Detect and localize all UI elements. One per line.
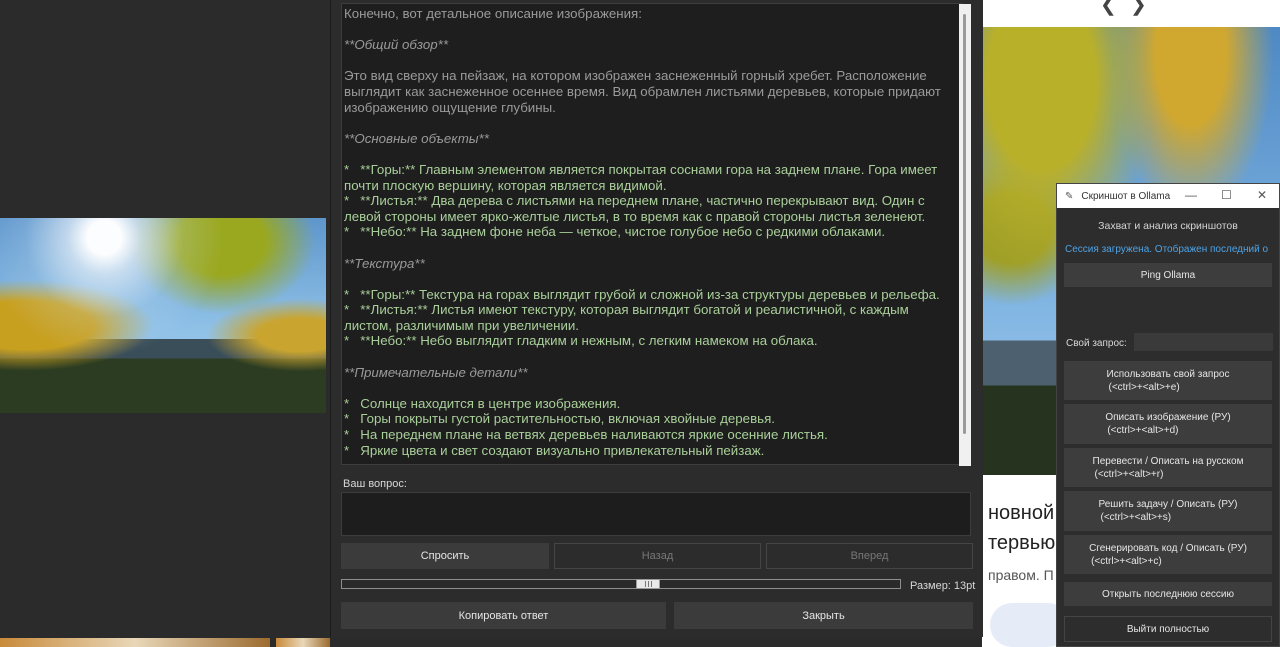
response-line: * На переднем плане на ветвях деревьев н… xyxy=(344,427,828,443)
back-button[interactable]: Назад xyxy=(554,543,761,569)
mini-heading: Захват и анализ скриншотов xyxy=(1098,220,1238,232)
response-line xyxy=(344,115,956,131)
button-label: Описать изображение (РУ) xyxy=(1105,412,1231,423)
response-line: **Общий обзор** xyxy=(344,37,449,53)
minimize-icon[interactable]: — xyxy=(1185,188,1197,202)
font-size-label: Размер: 13pt xyxy=(910,580,976,592)
background-thumb-strip-2 xyxy=(276,638,330,647)
response-line: * **Небо:** На заднем фоне неба — четкое… xyxy=(344,224,886,240)
scrollbar-thumb[interactable] xyxy=(963,14,966,434)
response-window: Конечно, вот детальное описание изображе… xyxy=(330,0,983,637)
response-line xyxy=(344,380,956,396)
ping-ollama-button[interactable]: Ping Ollama xyxy=(1064,263,1272,287)
response-line: **Примечательные детали** xyxy=(344,364,528,380)
generate-code-button[interactable]: Сгенерировать код / Описать (РУ) (<ctrl>+… xyxy=(1064,535,1272,574)
background-browser-top: ❮ ❯ xyxy=(982,0,1280,27)
describe-image-button[interactable]: Описать изображение (РУ) (<ctrl>+<alt>+d) xyxy=(1064,404,1272,444)
response-text: Конечно, вот детальное описание изображе… xyxy=(342,4,962,458)
forward-button[interactable]: Вперед xyxy=(766,543,973,569)
question-input[interactable] xyxy=(341,492,971,536)
font-size-slider-handle[interactable] xyxy=(636,579,660,589)
response-line: Конечно, вот детальное описание изображе… xyxy=(344,6,642,21)
ask-button[interactable]: Спросить xyxy=(341,543,549,569)
response-line: **Основные объекты** xyxy=(344,130,489,146)
translate-button[interactable]: Перевести / Описать на русском (<ctrl>+<a… xyxy=(1064,448,1272,487)
response-line: * Горы покрыты густой растительностью, в… xyxy=(344,411,775,427)
button-shortcut: (<ctrl>+<alt>+d) xyxy=(1107,425,1179,436)
mini-query-label: Свой запрос: xyxy=(1066,338,1127,349)
use-custom-query-button[interactable]: Использовать свой запрос (<ctrl>+<alt>+e) xyxy=(1064,361,1272,400)
response-line xyxy=(344,22,956,38)
solve-task-button[interactable]: Решить задачу / Описать (РУ) (<ctrl>+<alt… xyxy=(1064,491,1272,531)
response-line xyxy=(344,271,956,287)
response-line: * Яркие цвета и свет создают визуально п… xyxy=(344,442,765,458)
button-label: Решить задачу / Описать (РУ) xyxy=(1098,499,1238,510)
mini-status-text: Сессия загружена. Отображен последний о xyxy=(1065,244,1269,255)
response-scrollbar[interactable] xyxy=(959,4,971,466)
close-button[interactable]: Закрыть xyxy=(674,602,973,629)
response-line: * **Горы:** Главным элементом является п… xyxy=(344,161,941,193)
feather-icon: ✎ xyxy=(1065,190,1074,202)
maximize-icon[interactable]: ☐ xyxy=(1221,188,1232,202)
button-shortcut: (<ctrl>+<alt>+r) xyxy=(1094,468,1164,480)
chevron-left-icon: ❮ xyxy=(1100,0,1117,16)
button-label: Использовать свой запрос xyxy=(1106,368,1230,380)
question-label: Ваш вопрос: xyxy=(343,478,407,490)
response-line: * **Небо:** Небо выглядит гладким и нежн… xyxy=(344,333,818,349)
background-partial-text-2: тервью xyxy=(988,532,1056,554)
font-size-slider[interactable] xyxy=(341,579,901,589)
response-line: * Солнце находится в центре изображения. xyxy=(344,395,621,411)
button-shortcut: (<ctrl>+<alt>+e) xyxy=(1108,381,1180,393)
button-shortcut: (<ctrl>+<alt>+c) xyxy=(1091,555,1162,567)
response-line: * **Листья:** Два дерева с листьями на п… xyxy=(344,193,929,224)
mini-titlebar[interactable]: ✎ Скриншот в Ollama — ☐ ✕ xyxy=(1057,184,1279,208)
response-line: * **Листья:** Листья имеют текстуру, кот… xyxy=(344,302,913,333)
ollama-mini-window: ✎ Скриншот в Ollama — ☐ ✕ Захват и анали… xyxy=(1056,183,1280,647)
button-label: Перевести / Описать на русском xyxy=(1092,455,1244,467)
background-photo-left xyxy=(0,218,326,413)
background-partial-text-3: правом. П xyxy=(988,567,1054,583)
response-line xyxy=(344,146,956,162)
response-line xyxy=(344,349,956,365)
open-last-session-button[interactable]: Открыть последнюю сессию xyxy=(1064,582,1272,606)
response-line xyxy=(344,240,956,256)
chevron-right-icon: ❯ xyxy=(1130,0,1147,16)
mini-window-title: Скриншот в Ollama xyxy=(1081,190,1171,202)
button-shortcut: (<ctrl>+<alt>+s) xyxy=(1100,512,1172,523)
button-label: Сгенерировать код / Описать (РУ) xyxy=(1089,542,1247,554)
response-line: Это вид сверху на пейзаж, на котором изо… xyxy=(344,68,945,115)
close-icon[interactable]: ✕ xyxy=(1257,188,1267,202)
response-line xyxy=(344,53,956,69)
response-line: * **Горы:** Текстура на горах выглядит г… xyxy=(344,286,940,302)
quit-button[interactable]: Выйти полностью xyxy=(1064,616,1272,642)
background-thumb-strip xyxy=(0,638,270,647)
copy-answer-button[interactable]: Копировать ответ xyxy=(341,602,666,629)
mini-query-input[interactable] xyxy=(1134,333,1273,351)
response-text-area[interactable]: Конечно, вот детальное описание изображе… xyxy=(341,3,963,465)
background-partial-text-1: новной xyxy=(988,502,1055,524)
response-line: **Текстура** xyxy=(344,255,425,271)
